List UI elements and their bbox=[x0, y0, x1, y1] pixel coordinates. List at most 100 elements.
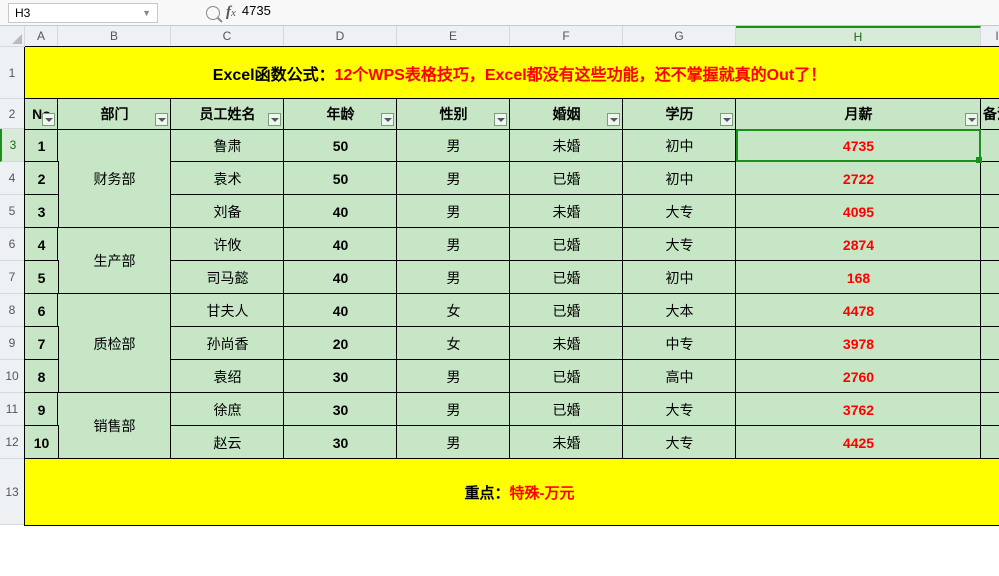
cell-marriage[interactable]: 已婚 bbox=[510, 261, 623, 294]
cell-salary[interactable]: 2874 bbox=[736, 228, 981, 261]
cell-no[interactable]: 10 bbox=[25, 426, 58, 459]
row-header-11[interactable]: 11 bbox=[0, 393, 25, 426]
cell-marriage[interactable]: 已婚 bbox=[510, 162, 623, 195]
cell-salary[interactable]: 3978 bbox=[736, 327, 981, 360]
cell-dept[interactable]: 生产部 bbox=[58, 228, 171, 294]
cell-remark[interactable] bbox=[981, 426, 999, 459]
cell-name[interactable]: 孙尚香 bbox=[171, 327, 284, 360]
th-edu[interactable]: 学历 bbox=[623, 99, 736, 129]
row-header-1[interactable]: 1 bbox=[0, 47, 25, 99]
filter-icon[interactable] bbox=[381, 113, 394, 126]
cell-edu[interactable]: 大专 bbox=[623, 393, 736, 426]
cell-gender[interactable]: 女 bbox=[397, 327, 510, 360]
cell-edu[interactable]: 高中 bbox=[623, 360, 736, 393]
cell-remark[interactable] bbox=[981, 261, 999, 294]
cell-age[interactable]: 40 bbox=[284, 228, 397, 261]
filter-icon[interactable] bbox=[268, 113, 281, 126]
cell-salary[interactable]: 4095 bbox=[736, 195, 981, 228]
cell-remark[interactable] bbox=[981, 393, 999, 426]
cell-salary[interactable]: 4425 bbox=[736, 426, 981, 459]
cell-gender[interactable]: 男 bbox=[397, 261, 510, 294]
cell-remark[interactable] bbox=[981, 162, 999, 195]
cell-name[interactable]: 甘夫人 bbox=[171, 294, 284, 327]
th-marriage[interactable]: 婚姻 bbox=[510, 99, 623, 129]
cell-dept[interactable]: 财务部 bbox=[58, 129, 171, 228]
cell-no[interactable]: 9 bbox=[25, 393, 58, 426]
cell-marriage[interactable]: 已婚 bbox=[510, 294, 623, 327]
cell-remark[interactable] bbox=[981, 195, 999, 228]
cell-name[interactable]: 袁绍 bbox=[171, 360, 284, 393]
cell-marriage[interactable]: 已婚 bbox=[510, 393, 623, 426]
cell-marriage[interactable]: 已婚 bbox=[510, 360, 623, 393]
cell-gender[interactable]: 男 bbox=[397, 228, 510, 261]
row-header-2[interactable]: 2 bbox=[0, 99, 25, 129]
cell-no[interactable]: 5 bbox=[25, 261, 58, 294]
cell-age[interactable]: 50 bbox=[284, 162, 397, 195]
row-header-7[interactable]: 7 bbox=[0, 261, 25, 294]
col-header-C[interactable]: C bbox=[171, 26, 284, 47]
col-header-H[interactable]: H bbox=[736, 26, 981, 47]
th-name[interactable]: 员工姓名 bbox=[171, 99, 284, 129]
cell-gender[interactable]: 男 bbox=[397, 360, 510, 393]
row-header-8[interactable]: 8 bbox=[0, 294, 25, 327]
col-header-I[interactable]: I bbox=[981, 26, 999, 47]
row-header-5[interactable]: 5 bbox=[0, 195, 25, 228]
cell-edu[interactable]: 大本 bbox=[623, 294, 736, 327]
cell-edu[interactable]: 初中 bbox=[623, 162, 736, 195]
filter-icon[interactable] bbox=[965, 113, 978, 126]
cell-name[interactable]: 赵云 bbox=[171, 426, 284, 459]
cell-edu[interactable]: 大专 bbox=[623, 426, 736, 459]
cell-edu[interactable]: 初中 bbox=[623, 129, 736, 162]
cell-remark[interactable] bbox=[981, 294, 999, 327]
cell-marriage[interactable]: 未婚 bbox=[510, 129, 623, 162]
cell-salary[interactable]: 2760 bbox=[736, 360, 981, 393]
cell-age[interactable]: 40 bbox=[284, 294, 397, 327]
cell-name[interactable]: 袁术 bbox=[171, 162, 284, 195]
cell-salary[interactable]: 168 bbox=[736, 261, 981, 294]
cell-no[interactable]: 6 bbox=[25, 294, 58, 327]
row-header-4[interactable]: 4 bbox=[0, 162, 25, 195]
filter-icon[interactable] bbox=[42, 113, 55, 126]
formula-input[interactable]: 4735 bbox=[242, 3, 271, 23]
cell-age[interactable]: 50 bbox=[284, 129, 397, 162]
col-header-G[interactable]: G bbox=[623, 26, 736, 47]
search-icon[interactable] bbox=[206, 6, 220, 20]
col-header-F[interactable]: F bbox=[510, 26, 623, 47]
cell-age[interactable]: 30 bbox=[284, 360, 397, 393]
row-header-13[interactable]: 13 bbox=[0, 459, 25, 525]
cell-remark[interactable] bbox=[981, 228, 999, 261]
cell-edu[interactable]: 大专 bbox=[623, 228, 736, 261]
cell-marriage[interactable]: 未婚 bbox=[510, 327, 623, 360]
name-box-dropdown-icon[interactable]: ▼ bbox=[142, 8, 151, 18]
cell-edu[interactable]: 中专 bbox=[623, 327, 736, 360]
cell-no[interactable]: 3 bbox=[25, 195, 58, 228]
cell-age[interactable]: 30 bbox=[284, 426, 397, 459]
row-header-9[interactable]: 9 bbox=[0, 327, 25, 360]
filter-icon[interactable] bbox=[720, 113, 733, 126]
name-box[interactable]: H3 ▼ bbox=[8, 3, 158, 23]
cell-name[interactable]: 司马懿 bbox=[171, 261, 284, 294]
cell-gender[interactable]: 男 bbox=[397, 426, 510, 459]
cell-gender[interactable]: 男 bbox=[397, 195, 510, 228]
cell-marriage[interactable]: 已婚 bbox=[510, 228, 623, 261]
cell-name[interactable]: 徐庶 bbox=[171, 393, 284, 426]
cell-remark[interactable] bbox=[981, 129, 999, 162]
th-gender[interactable]: 性别 bbox=[397, 99, 510, 129]
cell-no[interactable]: 1 bbox=[25, 129, 58, 162]
cell-name[interactable]: 刘备 bbox=[171, 195, 284, 228]
col-header-D[interactable]: D bbox=[284, 26, 397, 47]
cell-marriage[interactable]: 未婚 bbox=[510, 426, 623, 459]
cell-gender[interactable]: 男 bbox=[397, 129, 510, 162]
select-all-corner[interactable] bbox=[0, 26, 25, 47]
cell-gender[interactable]: 男 bbox=[397, 393, 510, 426]
cell-edu[interactable]: 初中 bbox=[623, 261, 736, 294]
cell-dept[interactable]: 销售部 bbox=[58, 393, 171, 459]
cell-salary[interactable]: 4478 bbox=[736, 294, 981, 327]
row-header-12[interactable]: 12 bbox=[0, 426, 25, 459]
cell-gender[interactable]: 男 bbox=[397, 162, 510, 195]
cell-edu[interactable]: 大专 bbox=[623, 195, 736, 228]
spreadsheet-grid[interactable]: A B C D E F G H I 1 Excel函数公式： 12个WPS表格技… bbox=[0, 26, 999, 525]
cell-no[interactable]: 8 bbox=[25, 360, 58, 393]
th-salary[interactable]: 月薪 bbox=[736, 99, 981, 129]
cell-salary[interactable]: 3762 bbox=[736, 393, 981, 426]
